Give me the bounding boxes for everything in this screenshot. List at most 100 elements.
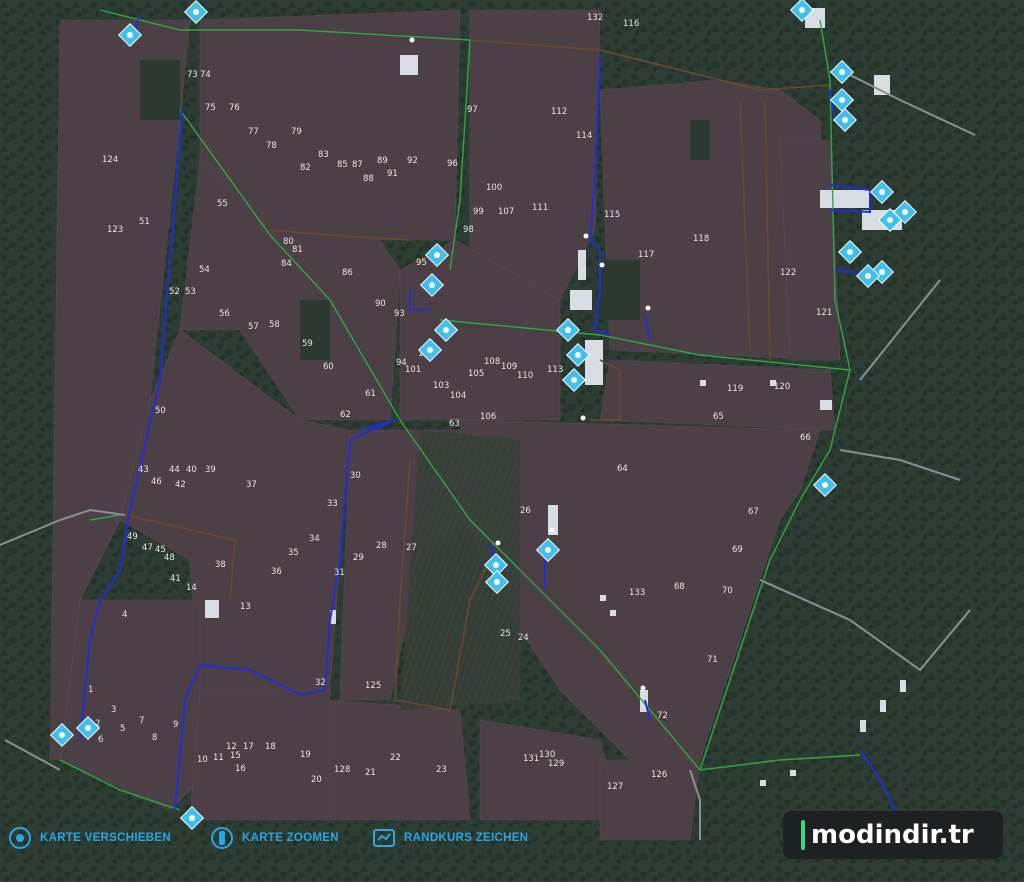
field-number-label: 76 [229,103,240,113]
field-number-label: 104 [450,391,466,401]
field-number-label: 75 [205,103,216,113]
location-pin-icon [583,233,589,239]
field-number-label: 63 [449,419,460,429]
location-pin-icon [640,685,646,691]
field-number-label: 125 [365,681,381,691]
field-number-label: 16 [235,764,246,774]
location-pin-icon [409,37,415,43]
field-number-label: 112 [551,107,567,117]
field-number-label: 57 [248,322,259,332]
move-map-hint: KARTE VERSCHIEBEN [8,826,171,850]
field-number-label: 81 [292,245,303,255]
field-number-label: 73 [187,70,198,80]
field-number-label: 48 [164,553,175,563]
field-number-label: 32 [315,678,326,688]
field-number-label: 28 [376,541,387,551]
field-number-label: 121 [816,308,832,318]
field-number-label: 111 [532,203,548,213]
field-number-label: 78 [266,141,277,151]
draw-border-hint: RANDKURS ZEICHEN [372,826,528,850]
field-number-label: 106 [480,412,496,422]
field-number-label: 95 [416,258,427,268]
field-number-label: 109 [501,362,517,372]
field-number-label: 59 [302,339,313,349]
field-number-label: 55 [217,199,228,209]
field-number-label: 43 [138,465,149,475]
zoom-map-label: KARTE ZOOMEN [242,832,339,844]
field-number-label: 74 [200,70,211,80]
field-number-label: 90 [375,299,386,309]
field-number-label: 62 [340,410,351,420]
gamepad-stick-icon [211,827,233,849]
field-number-label: 72 [657,711,668,721]
field-number-label: 127 [607,782,623,792]
field-number-label: 120 [774,382,790,392]
field-number-label: 65 [713,412,724,422]
field-number-label: 87 [352,160,363,170]
field-number-label: 51 [139,217,150,227]
field-number-label: 10 [197,755,208,765]
field-number-label: 69 [732,545,743,555]
game-map[interactable]: 13211673 7475 7677 797897 112114124 8382 85 87 8… [0,0,1024,882]
field-number-label: 31 [334,568,345,578]
field-number-label: 93 [394,309,405,319]
field-number-label: 29 [353,553,364,563]
move-map-label: KARTE VERSCHIEBEN [40,832,171,844]
field-number-label: 133 [629,588,645,598]
field-number-label: 35 [288,548,299,558]
field-number-label: 38 [215,560,226,570]
location-pin-icon [580,415,586,421]
field-number-label: 20 [311,775,322,785]
field-number-label: 110 [517,371,533,381]
field-number-label: 53 [185,287,196,297]
field-number-label: 60 [323,362,334,372]
field-number-label: 82 [300,163,311,173]
field-number-label: 105 [468,369,484,379]
field-number-label: 52 [169,287,180,297]
field-number-label: 42 [175,480,186,490]
field-number-label: 107 [498,207,514,217]
field-number-label: 34 [309,534,320,544]
watermark-text: modindir.tr [811,820,974,850]
field-number-label: 58 [269,320,280,330]
field-number-label: 49 [127,532,138,542]
location-pin-icon [645,305,651,311]
draw-border-icon [373,829,395,847]
location-pin-icon [495,540,501,546]
zoom-map-hint: KARTE ZOOMEN [210,826,339,850]
field-number-label: 7 [139,716,144,726]
field-number-label: 56 [219,309,230,319]
field-number-label: 13 [240,602,251,612]
field-number-label: 119 [727,384,743,394]
field-number-label: 3 [111,705,116,715]
field-number-label: 24 [518,633,529,643]
field-number-label: 23 [436,765,447,775]
field-number-label: 41 [170,574,181,584]
field-number-label: 79 [291,127,302,137]
field-number-label: 11 [213,753,224,763]
field-number-label: 50 [155,406,166,416]
field-number-label: 99 [473,207,484,217]
field-number-label: 116 [623,19,639,29]
field-number-label: 5 [120,724,125,734]
field-number-label: 26 [520,506,531,516]
field-number-label: 88 [363,174,374,184]
field-number-label: 128 [334,765,350,775]
field-number-label: 108 [484,357,500,367]
field-number-label: 64 [617,464,628,474]
field-number-label: 84 [281,259,292,269]
field-number-label: 96 [447,159,458,169]
field-number-label: 126 [651,770,667,780]
field-number-label: 4 [122,610,127,620]
field-number-label: 92 [407,156,418,166]
field-number-label: 85 [337,160,348,170]
field-number-label: 39 [205,465,216,475]
field-number-label: 36 [271,567,282,577]
field-number-label: 33 [327,499,338,509]
field-number-label: 91 [387,169,398,179]
gamepad-stick-icon [9,827,31,849]
field-number-label: 70 [722,586,733,596]
field-number-label: 14 [186,583,197,593]
field-number-label: 15 [230,751,241,761]
field-number-label: 22 [390,753,401,763]
